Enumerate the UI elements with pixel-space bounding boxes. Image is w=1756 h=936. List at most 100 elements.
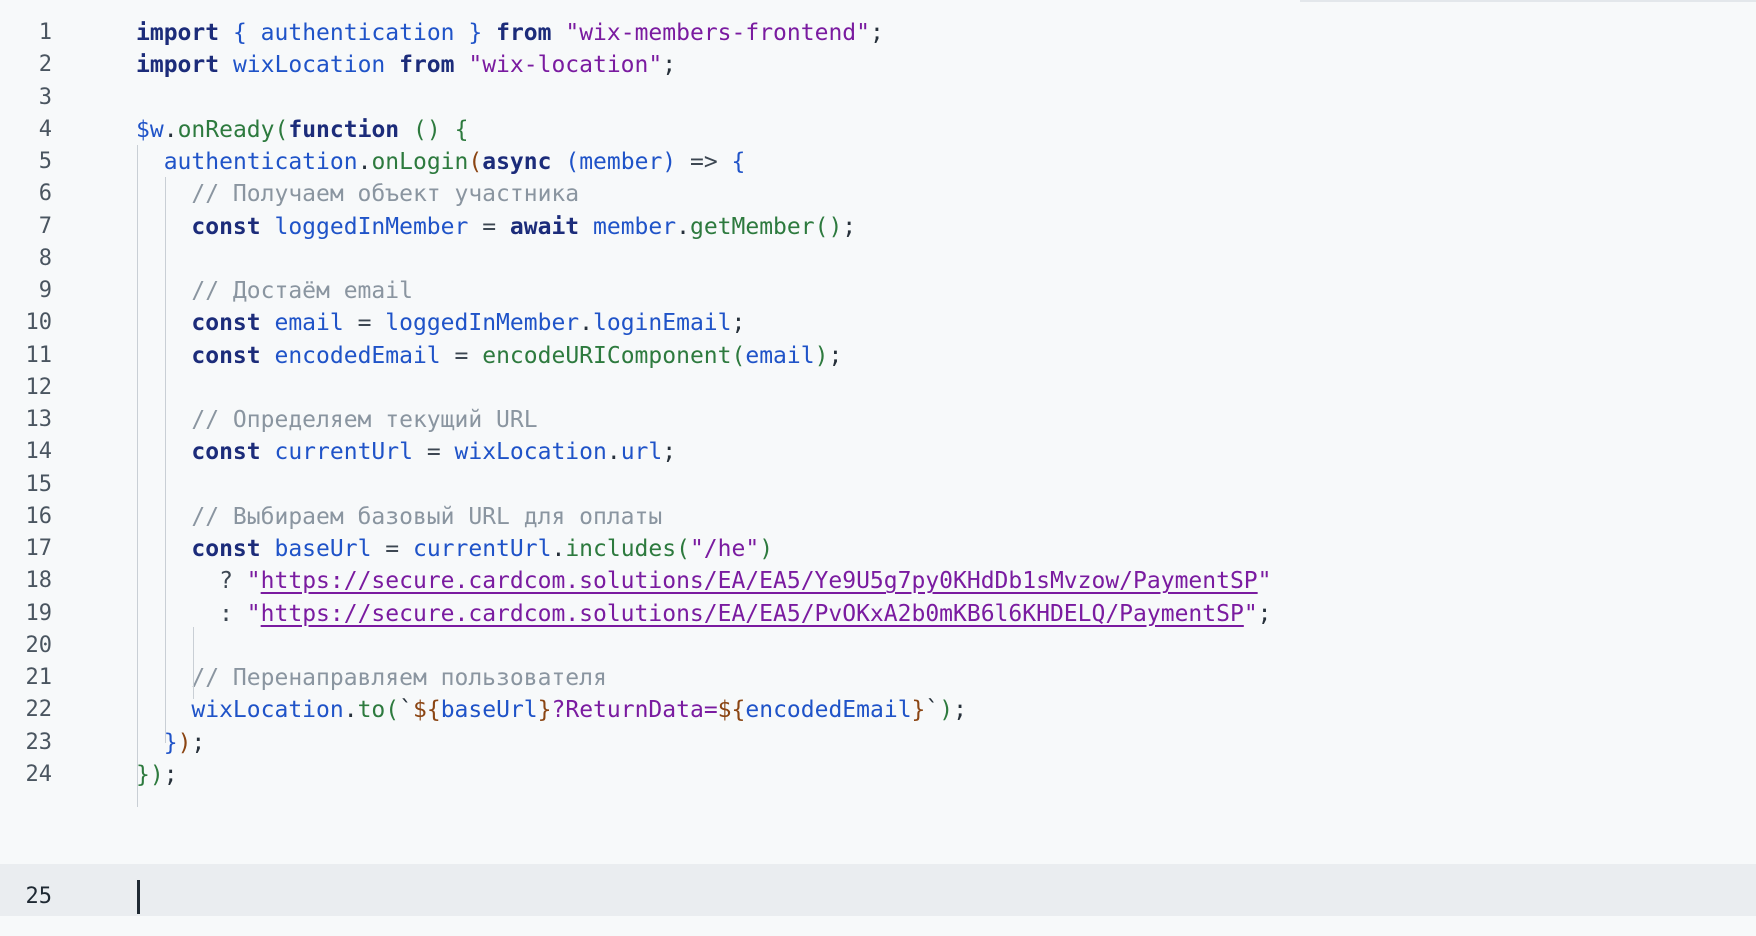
code-line[interactable]: 20 — [0, 628, 1756, 664]
line-number: 21 — [25, 665, 53, 690]
code-line[interactable]: 7 const loggedInMember = await member.ge… — [0, 209, 1756, 245]
code-line[interactable]: 23 }); — [0, 725, 1756, 761]
code-token: ; — [1257, 600, 1272, 627]
code-token: } — [911, 697, 926, 724]
code-token: = — [385, 536, 400, 562]
code-token: "/he" — [689, 536, 760, 562]
line-number: 13 — [25, 407, 53, 432]
code-line[interactable]: 24}); — [0, 757, 1756, 793]
code-token: ( — [676, 536, 690, 562]
code-line[interactable]: 19 : "https://secure.cardcom.solutions/E… — [0, 596, 1756, 632]
code-token: member — [579, 213, 677, 240]
code-text: // Получаем объект участника — [136, 176, 579, 212]
code-token: ) — [149, 761, 164, 788]
code-line[interactable]: 21 // Перенаправляем пользователя — [0, 660, 1756, 696]
code-line[interactable]: 25 — [0, 864, 1756, 916]
code-token: = — [454, 342, 469, 369]
code-token: ) — [814, 342, 829, 369]
code-line[interactable]: 12 — [0, 370, 1756, 406]
code-line[interactable]: 1 import { authentication } from "wix-mem… — [0, 15, 1756, 51]
code-line[interactable]: 5 authentication.onLogin(async (member) … — [0, 144, 1756, 180]
line-number: 9 — [38, 278, 52, 303]
code-token: { — [232, 20, 247, 46]
code-token: ; — [662, 52, 677, 79]
code-token: "wix-members-frontend" — [565, 20, 870, 46]
code-token: () — [413, 116, 441, 143]
code-token: encodedEmail — [745, 697, 912, 724]
code-line[interactable]: 14 const currentUrl = wixLocation.url; — [0, 434, 1756, 470]
code-line[interactable]: 18 ? "https://secure.cardcom.solutions/E… — [0, 563, 1756, 599]
code-editor[interactable]: 1 import { authentication } from "wix-mem… — [0, 0, 1756, 936]
code-text: ? "https://secure.cardcom.solutions/EA/E… — [136, 563, 1272, 599]
code-line[interactable]: 22 wixLocation.to(`${baseUrl}?ReturnData… — [0, 692, 1756, 728]
code-token: const — [191, 310, 261, 337]
code-token: . — [606, 439, 621, 466]
code-token: baseUrl — [440, 697, 538, 724]
code-line[interactable]: 9 // Достаём email — [0, 273, 1756, 309]
code-text: const encodedEmail = encodeURIComponent(… — [136, 338, 842, 374]
code-token: } — [468, 20, 483, 46]
code-token: ; — [163, 761, 178, 788]
editor-top-border — [1300, 0, 1756, 2]
code-token: ) — [759, 536, 774, 562]
line-number: 25 — [25, 884, 53, 909]
code-token: const — [191, 213, 261, 240]
code-token: : — [219, 600, 247, 627]
code-token: ( — [731, 342, 746, 369]
code-token: " — [1257, 568, 1272, 595]
code-line[interactable]: 2 import wixLocation from "wix-location"; — [0, 47, 1756, 83]
code-token: . — [357, 149, 372, 175]
code-token: "wix-location" — [468, 52, 663, 79]
code-token: ( — [385, 697, 400, 724]
code-line[interactable]: 17 const baseUrl = currentUrl.includes("… — [0, 531, 1756, 567]
code-text: wixLocation.to(`${baseUrl}?ReturnData=${… — [136, 692, 967, 728]
code-token: ; — [869, 20, 884, 46]
code-token: includes — [565, 536, 677, 562]
code-token: ${ — [717, 697, 746, 724]
code-token: wixLocation — [191, 697, 344, 724]
code-line[interactable]: 6 // Получаем объект участника — [0, 176, 1756, 212]
code-token: ` — [925, 697, 940, 724]
code-token: } — [136, 761, 150, 788]
code-token: import — [136, 20, 220, 46]
code-line[interactable]: 3 — [0, 80, 1756, 116]
url-link[interactable]: https://secure.cardcom.solutions/EA/EA5/… — [261, 568, 1258, 594]
code-text: }); — [136, 757, 178, 793]
code-token: url — [620, 439, 663, 466]
code-token: ? — [219, 568, 247, 595]
url-link[interactable]: https://secure.cardcom.solutions/EA/EA5/… — [261, 601, 1244, 627]
code-line[interactable]: 16 // Выбираем базовый URL для оплаты — [0, 499, 1756, 535]
code-token: loginEmail — [593, 310, 732, 337]
code-line[interactable]: 8 — [0, 241, 1756, 277]
code-line[interactable]: 10 const email = loggedInMember.loginEma… — [0, 305, 1756, 341]
code-token: ; — [662, 439, 677, 466]
code-token: to — [357, 697, 386, 724]
code-line[interactable]: 4 $w.onReady(function () { — [0, 112, 1756, 148]
code-token: " — [246, 600, 261, 627]
code-token: ) — [939, 697, 954, 724]
code-line[interactable]: 13 // Определяем текущий URL — [0, 402, 1756, 438]
code-line[interactable]: 15 — [0, 467, 1756, 503]
code-token: ; — [953, 697, 967, 724]
code-token: onReady — [177, 116, 275, 143]
code-text: $w.onReady(function () { — [136, 112, 468, 148]
code-token: encodeURIComponent — [482, 342, 732, 369]
code-comment: // Определяем текущий URL — [191, 407, 538, 433]
code-line[interactable]: 11 const encodedEmail = encodeURICompone… — [0, 338, 1756, 374]
line-number: 15 — [25, 471, 53, 497]
code-token: = — [357, 310, 372, 337]
